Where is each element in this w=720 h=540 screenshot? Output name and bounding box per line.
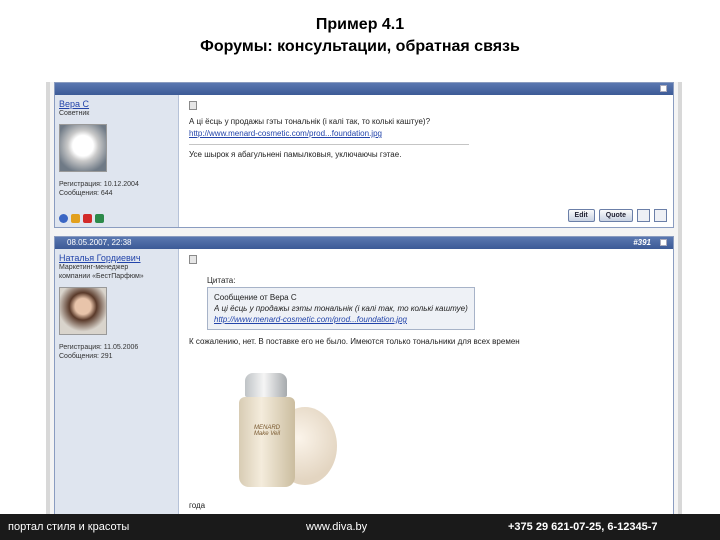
footer-website: www.diva.by bbox=[306, 521, 368, 533]
message-icon[interactable] bbox=[95, 214, 104, 223]
post-link[interactable]: http://www.menard-cosmetic.com/prod...fo… bbox=[189, 128, 661, 140]
post-number-link[interactable]: #391 bbox=[633, 237, 651, 249]
multiquote-icon[interactable] bbox=[637, 209, 650, 222]
foundation-bottle bbox=[239, 397, 295, 487]
post-buttons: Edit Quote bbox=[567, 209, 667, 222]
post-author-panel: Наталья Гордиевич Маркетинг-менеджер ком… bbox=[55, 249, 179, 518]
author-action-icons bbox=[59, 214, 104, 223]
quote-link[interactable]: http://www.menard-cosmetic.com/prod...fo… bbox=[214, 314, 468, 325]
post-text: А ці ёсць у продажы гэты тональнік (і ка… bbox=[189, 117, 431, 126]
footer-portal-name: портал стиля и красоты bbox=[8, 521, 130, 533]
quote-button[interactable]: Quote bbox=[598, 209, 633, 222]
post-select-checkbox[interactable] bbox=[660, 239, 667, 246]
post-author-panel: Вера С Советник Регистрация: 10.12.2004 … bbox=[55, 95, 179, 227]
post-content: Цитата: Сообщение от Вера С А ці ёсць у … bbox=[183, 249, 667, 518]
post-header: 08.05.2007, 22:38 #391 bbox=[55, 237, 673, 249]
quote-text: А ці ёсць у продажы гэты тональнік (і ка… bbox=[214, 304, 468, 313]
post-content: А ці ёсць у продажы гэты тональнік (і ка… bbox=[183, 95, 667, 227]
slide-title: Пример 4.1 Форумы: консультации, обратна… bbox=[0, 14, 720, 58]
forum-post-1: Вера С Советник Регистрация: 10.12.2004 … bbox=[54, 82, 674, 228]
edit-button[interactable]: Edit bbox=[567, 209, 595, 222]
author-avatar bbox=[59, 124, 107, 172]
product-name: Make Veil bbox=[253, 431, 281, 437]
bottle-label: MENARD Make Veil bbox=[245, 425, 289, 437]
author-company: компании «БестПарфюм» bbox=[59, 273, 144, 280]
author-title: Советник bbox=[59, 110, 90, 117]
post-document-icon bbox=[189, 255, 197, 264]
author-messages: Сообщения: 644 bbox=[59, 190, 113, 197]
forum-post-2: 08.05.2007, 22:38 #391 Наталья Гордиевич… bbox=[54, 236, 674, 518]
quote-block: Сообщение от Вера С А ці ёсць у продажы … bbox=[207, 287, 475, 330]
post-date: 08.05.2007, 22:38 bbox=[67, 238, 132, 247]
post-select-checkbox[interactable] bbox=[660, 85, 667, 92]
quote-header: Цитата: bbox=[207, 276, 236, 285]
author-title: Маркетинг-менеджер bbox=[59, 264, 129, 271]
signature-separator bbox=[189, 144, 469, 145]
author-username[interactable]: Вера С bbox=[59, 99, 174, 109]
author-username[interactable]: Наталья Гордиевич bbox=[59, 253, 174, 263]
author-avatar bbox=[59, 287, 107, 335]
footer-phones: +375 29 621-07-25, 6-12345-7 bbox=[508, 521, 658, 533]
slide-title-line1: Пример 4.1 bbox=[315, 16, 405, 33]
reply-text-end: года bbox=[189, 501, 206, 510]
author-messages: Сообщения: 291 bbox=[59, 353, 113, 360]
report-icon[interactable] bbox=[83, 214, 92, 223]
slide-footer: портал стиля и красоты www.diva.by +375 … bbox=[0, 514, 720, 540]
profile-icon[interactable] bbox=[71, 214, 80, 223]
slide-title-line2: Форумы: консультации, обратная связь bbox=[200, 38, 520, 55]
post-signature: Усе шырок я абагульнені памылковыя, уклю… bbox=[189, 150, 402, 159]
reply-icon[interactable] bbox=[654, 209, 667, 222]
post-header bbox=[55, 83, 673, 95]
author-registered: Регистрация: 11.05.2006 bbox=[59, 344, 139, 351]
status-online-icon bbox=[59, 214, 68, 223]
reply-text: К сожалению, нет. В поставке его не было… bbox=[189, 337, 520, 346]
author-registered: Регистрация: 10.12.2004 bbox=[59, 181, 139, 188]
bottle-cap bbox=[245, 373, 287, 397]
forum-screenshot: Вера С Советник Регистрация: 10.12.2004 … bbox=[46, 82, 682, 518]
quote-author: Сообщение от Вера С bbox=[214, 293, 297, 302]
product-image: MENARD Make Veil bbox=[209, 367, 351, 493]
post-document-icon bbox=[189, 101, 197, 110]
